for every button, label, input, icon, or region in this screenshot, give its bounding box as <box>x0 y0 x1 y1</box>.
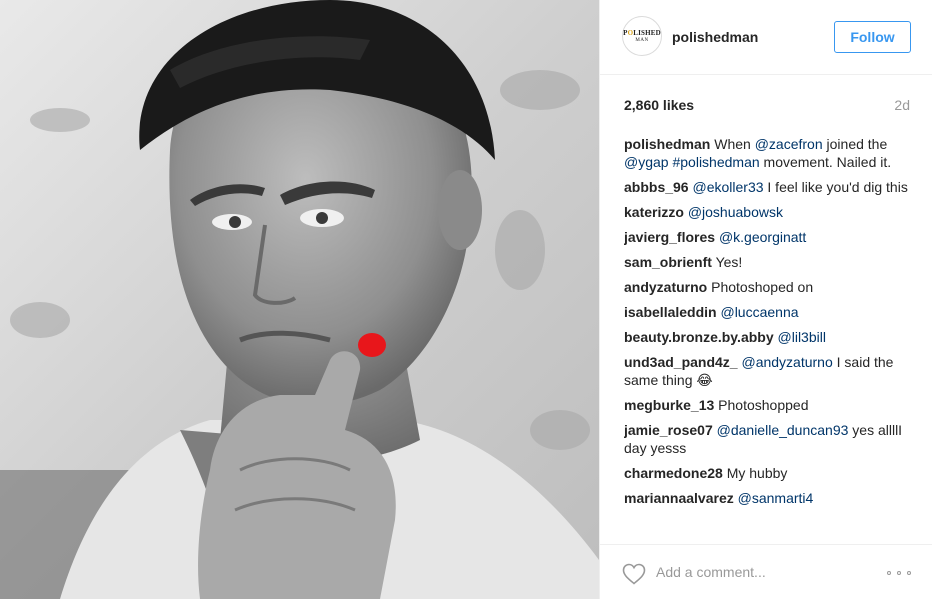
comment-mention[interactable]: @joshuabowsk <box>688 204 783 220</box>
comment-item: andyzaturno Photoshoped on <box>624 278 914 296</box>
post-footer <box>600 544 932 599</box>
comment-item: javierg_flores @k.georginatt <box>624 228 914 246</box>
comment-item: megburke_13 Photoshopped <box>624 396 914 414</box>
comment-item: sam_obrienft Yes! <box>624 253 914 271</box>
comments-list[interactable]: polishedman When @zacefron joined the @y… <box>624 135 914 533</box>
comment-username[interactable]: andyzaturno <box>624 279 707 295</box>
avatar-logo-line2: MAN <box>635 37 649 43</box>
comment-text: Yes! <box>715 254 743 270</box>
comment-item: beauty.bronze.by.abby @lil3bill <box>624 328 914 346</box>
comment-username[interactable]: beauty.bronze.by.abby <box>624 329 774 345</box>
comment-item: und3ad_pand4z_ @andyzaturno I said the s… <box>624 353 914 389</box>
comment-text: Photoshoped on <box>711 279 814 295</box>
comment-mention[interactable]: #polishedman <box>672 154 759 170</box>
comment-mention[interactable]: @ekoller33 <box>692 179 763 195</box>
comment-mention[interactable]: @zacefron <box>755 136 823 152</box>
comment-username[interactable]: charmedone28 <box>624 465 723 481</box>
add-comment-input[interactable] <box>656 559 876 585</box>
comment-mention[interactable]: @ygap <box>624 154 669 170</box>
comment-item: charmedone28 My hubby <box>624 464 914 482</box>
avatar-logo-line1: POLISHED <box>623 28 661 37</box>
comment-item: mariannaalvarez @sanmarti4 <box>624 489 914 507</box>
comment-item: isabellaleddin @luccaenna <box>624 303 914 321</box>
comment-text: I feel like you'd dig this <box>763 179 908 195</box>
comment-mention[interactable]: @andyzaturno <box>741 354 832 370</box>
dot <box>897 571 901 575</box>
comment-username[interactable]: und3ad_pand4z_ <box>624 354 738 370</box>
likes-count[interactable]: 2,860 likes <box>624 97 694 113</box>
comment-text: movement. Nailed it. <box>759 154 892 170</box>
comment-mention[interactable]: @sanmarti4 <box>738 490 814 506</box>
comment-item: polishedman When @zacefron joined the @y… <box>624 135 914 171</box>
comment-username[interactable]: javierg_flores <box>624 229 715 245</box>
comment-username[interactable]: abbbs_96 <box>624 179 689 195</box>
comment-mention[interactable]: @luccaenna <box>720 304 798 320</box>
comment-item: jamie_rose07 @danielle_duncan93 yes alll… <box>624 421 914 457</box>
comment-username[interactable]: sam_obrienft <box>624 254 712 270</box>
dot <box>887 571 891 575</box>
comment-mention[interactable]: @lil3bill <box>778 329 826 345</box>
comment-username[interactable]: katerizzo <box>624 204 684 220</box>
comment-username[interactable]: megburke_13 <box>624 397 714 413</box>
comment-mention[interactable]: @danielle_duncan93 <box>717 422 849 438</box>
comment-username[interactable]: polishedman <box>624 136 710 152</box>
more-options-icon[interactable] <box>887 569 911 577</box>
comment-mention[interactable]: @k.georginatt <box>719 229 806 245</box>
post-image <box>0 0 599 599</box>
comment-text: My hubby <box>726 465 788 481</box>
red-nail <box>358 333 386 357</box>
post-header: POLISHED MAN polishedman Follow <box>600 0 932 75</box>
post-side-panel: POLISHED MAN polishedman Follow 2,860 li… <box>599 0 932 599</box>
comment-text: When <box>714 136 755 152</box>
likes-row: 2,860 likes 2d <box>624 97 910 115</box>
comment-item: abbbs_96 @ekoller33 I feel like you'd di… <box>624 178 914 196</box>
post-timestamp[interactable]: 2d <box>894 97 910 113</box>
comment-text: joined the <box>822 136 888 152</box>
comment-username[interactable]: jamie_rose07 <box>624 422 713 438</box>
comment-text: Photoshopped <box>718 397 809 413</box>
comment-item: katerizzo @joshuabowsk <box>624 203 914 221</box>
comment-username[interactable]: isabellaleddin <box>624 304 717 320</box>
heart-icon[interactable] <box>622 563 646 585</box>
dot <box>907 571 911 575</box>
comment-username[interactable]: mariannaalvarez <box>624 490 734 506</box>
instagram-post-view: POLISHED MAN polishedman Follow 2,860 li… <box>0 0 932 599</box>
follow-button[interactable]: Follow <box>834 21 911 53</box>
header-username[interactable]: polishedman <box>672 29 758 45</box>
post-photo[interactable] <box>0 0 599 599</box>
avatar[interactable]: POLISHED MAN <box>622 16 662 56</box>
